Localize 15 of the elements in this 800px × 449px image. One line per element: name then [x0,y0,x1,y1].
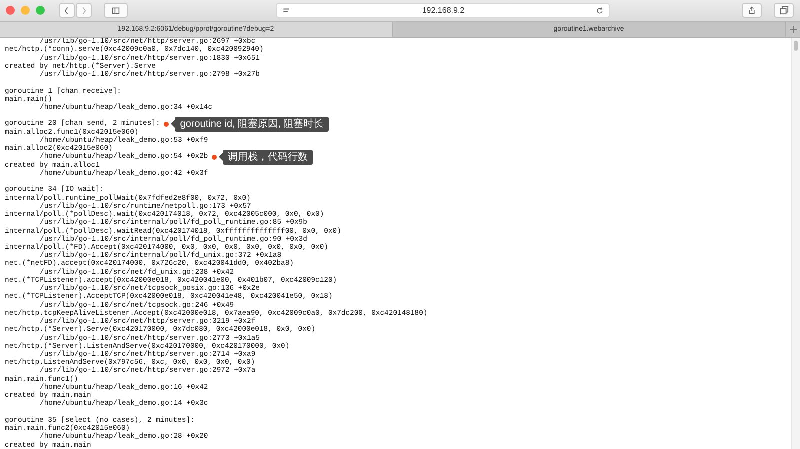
tabs-overview-button[interactable] [774,3,794,18]
marker-dot [164,122,170,127]
tabs-overview-icon[interactable] [780,6,788,15]
back-button[interactable] [59,3,75,18]
address-field[interactable]: 192.168.9.2 [276,3,610,18]
marker-dot [212,154,218,160]
share-icon[interactable] [748,6,756,15]
reload-icon[interactable] [596,6,604,14]
sidebar-icon[interactable] [111,6,121,14]
share-button[interactable] [742,3,762,18]
back-icon[interactable] [63,6,71,14]
sidebar-button[interactable] [104,3,128,18]
reader-icon[interactable] [282,7,291,14]
new-tab-icon[interactable] [790,26,796,33]
scrollbar-thumb[interactable] [794,41,798,51]
